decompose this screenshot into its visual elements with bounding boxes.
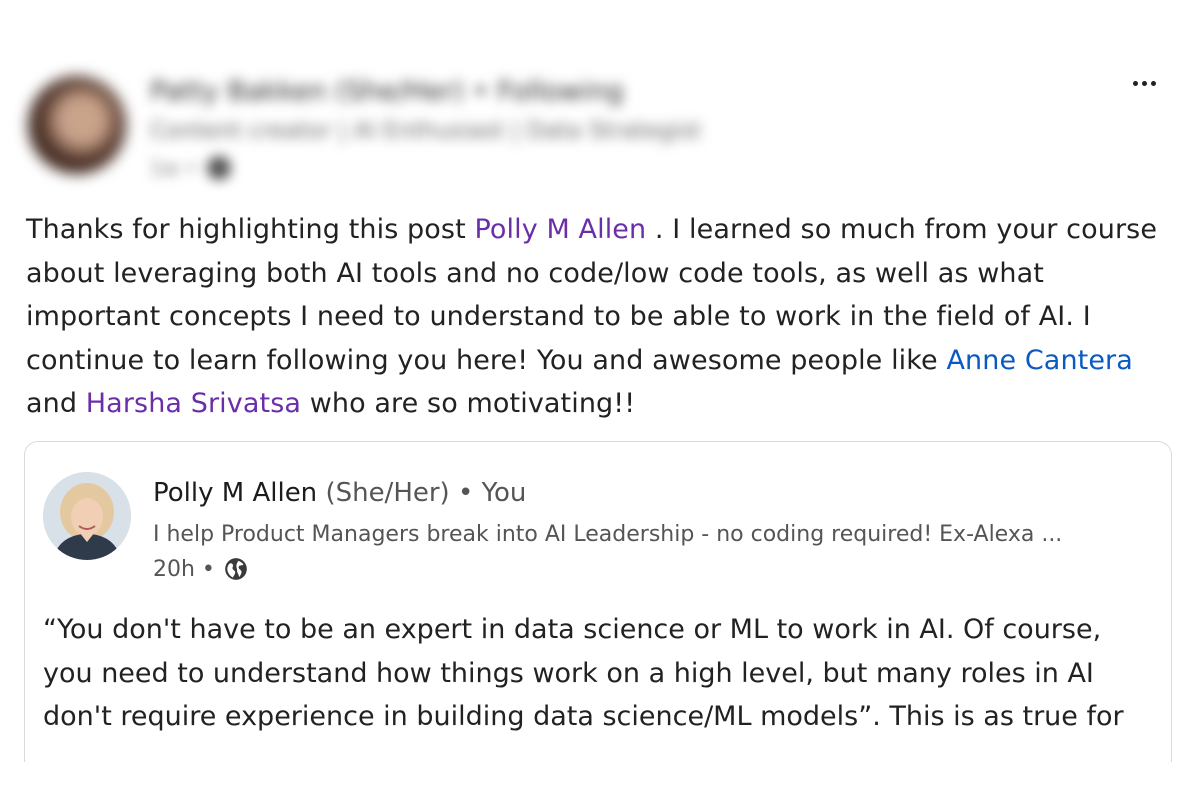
more-icon	[1141, 80, 1147, 86]
mention-anne-cantera[interactable]: Anne Cantera	[946, 345, 1132, 376]
author-headline: Content creator | AI Enthusiast | Data S…	[150, 118, 702, 144]
comment-text: Thanks for highlighting this post Polly …	[26, 208, 1166, 426]
quoted-post-meta: 20h •	[153, 556, 249, 582]
author-name[interactable]: Patty Bakken (She/Her) • Following	[150, 76, 624, 107]
globe-icon	[207, 156, 232, 180]
mention-harsha-srivatsa[interactable]: Harsha Srivatsa	[86, 388, 301, 419]
more-icon	[1132, 80, 1138, 86]
comment-text-part: who are so motivating!!	[301, 388, 636, 419]
quoted-avatar-image	[43, 472, 131, 560]
mention-polly-m-allen[interactable]: Polly M Allen	[474, 214, 646, 245]
quoted-post-body: “You don't have to be an expert in data …	[43, 614, 1124, 732]
quoted-author-headline: I help Product Managers break into AI Le…	[153, 522, 1063, 547]
comment-post: Patty Bakken (She/Her) • Following Conte…	[0, 0, 1200, 800]
comment-text-part: and	[26, 388, 86, 419]
quoted-avatar[interactable]	[43, 472, 131, 560]
more-button[interactable]	[1124, 68, 1164, 98]
more-icon	[1150, 80, 1156, 86]
globe-icon	[225, 558, 247, 580]
quoted-author-pronouns: (She/Her)	[325, 478, 450, 508]
comment-text-part: Thanks for highlighting this post	[26, 214, 475, 245]
quoted-post-time: 20h •	[153, 556, 215, 582]
author-meta: 1w •	[150, 156, 232, 180]
author-time: 1w •	[150, 156, 198, 180]
quoted-author-name[interactable]: Polly M Allen	[153, 478, 317, 508]
quoted-post-card[interactable]: Polly M Allen (She/Her) • You I help Pro…	[24, 441, 1172, 762]
quoted-author-relation: • You	[457, 478, 527, 508]
quoted-name-line: Polly M Allen (She/Her) • You	[153, 478, 526, 508]
author-avatar[interactable]	[28, 76, 126, 174]
